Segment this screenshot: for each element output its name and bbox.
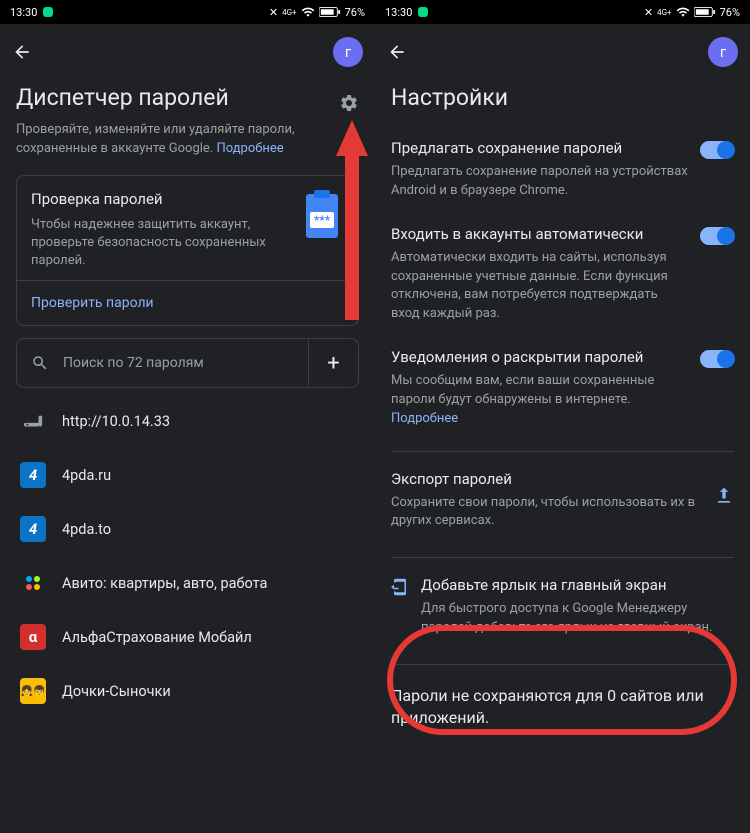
search-icon	[31, 354, 49, 372]
password-list: http://10.0.14.33 4 4pda.ru 4 4pda.to Ав…	[16, 394, 359, 718]
list-item[interactable]: 4 4pda.ru	[16, 448, 359, 502]
status-indicator-icon	[43, 7, 53, 17]
setting-offer-save[interactable]: Предлагать сохранение паролей Предлагать…	[391, 129, 734, 215]
svg-text:***: ***	[314, 213, 331, 227]
vibrate-icon: ✕	[269, 6, 278, 19]
app-bar: г	[375, 24, 750, 80]
setting-auto-signin[interactable]: Входить в аккаунты автоматически Автомат…	[391, 215, 734, 338]
setting-add-shortcut[interactable]: Добавьте ярлык на главный экран Для быст…	[391, 557, 734, 652]
export-icon	[714, 486, 734, 506]
site-icon: 4	[20, 462, 46, 488]
back-arrow-icon[interactable]	[387, 42, 407, 62]
setting-export[interactable]: Экспорт паролей Сохраните свои пароли, ч…	[391, 451, 734, 548]
avatar[interactable]: г	[708, 37, 738, 67]
status-indicator-icon	[418, 7, 428, 17]
toggle-switch[interactable]	[700, 141, 734, 159]
site-icon: 4	[20, 516, 46, 542]
search-input[interactable]: Поиск по 72 паролям	[17, 339, 308, 387]
network-icon: 4G+	[657, 8, 671, 17]
status-battery: 76%	[720, 6, 740, 19]
setting-breach-alerts[interactable]: Уведомления о раскрытии паролей Мы сообщ…	[391, 338, 734, 443]
clipboard-password-icon: ***	[300, 190, 344, 242]
site-icon	[20, 570, 46, 596]
site-icon: α	[20, 624, 46, 650]
learn-more-link[interactable]: Подробнее	[216, 141, 283, 156]
toggle-switch[interactable]	[700, 227, 734, 245]
battery-icon	[319, 6, 341, 18]
list-item[interactable]: Авито: квартиры, авто, работа	[16, 556, 359, 610]
toggle-switch[interactable]	[700, 350, 734, 368]
list-item[interactable]: http://10.0.14.33	[16, 394, 359, 448]
status-bar: 13:30 ✕ 4G+ 76%	[375, 0, 750, 24]
wifi-icon	[676, 5, 690, 19]
check-passwords-button[interactable]: Проверить пароли	[17, 280, 358, 325]
password-check-card: Проверка паролей Чтобы надежнее защитить…	[16, 175, 359, 327]
add-to-home-icon	[391, 578, 409, 596]
page-title: Настройки	[391, 84, 734, 111]
wifi-icon	[301, 5, 315, 19]
battery-icon	[694, 6, 716, 18]
app-bar: г	[0, 24, 375, 80]
list-item[interactable]: α АльфаСтрахование Мобайл	[16, 610, 359, 664]
learn-more-link[interactable]: Подробнее	[391, 411, 458, 426]
vibrate-icon: ✕	[644, 6, 653, 19]
search-card: Поиск по 72 паролям +	[16, 338, 359, 388]
check-body: Чтобы надежнее защитить аккаунт, проверь…	[31, 216, 288, 271]
list-item[interactable]: 👧👦 Дочки-Сыночки	[16, 664, 359, 718]
nosave-section: Пароли не сохраняются для 0 сайтов или п…	[391, 664, 734, 740]
status-battery: 76%	[345, 6, 365, 19]
router-icon	[20, 408, 46, 434]
back-arrow-icon[interactable]	[12, 42, 32, 62]
list-item[interactable]: 4 4pda.to	[16, 502, 359, 556]
gear-icon[interactable]	[339, 93, 359, 113]
page-title: Диспетчер паролей	[16, 84, 229, 111]
page-subtitle: Проверяйте, изменяйте или удаляйте парол…	[16, 121, 359, 159]
status-bar: 13:30 ✕ 4G+ 76%	[0, 0, 375, 24]
network-icon: 4G+	[282, 8, 296, 17]
avatar[interactable]: г	[333, 37, 363, 67]
check-title: Проверка паролей	[31, 190, 288, 208]
status-time: 13:30	[10, 6, 37, 19]
search-placeholder: Поиск по 72 паролям	[63, 355, 204, 371]
site-icon: 👧👦	[20, 678, 46, 704]
status-time: 13:30	[385, 6, 412, 19]
add-password-button[interactable]: +	[308, 339, 358, 387]
